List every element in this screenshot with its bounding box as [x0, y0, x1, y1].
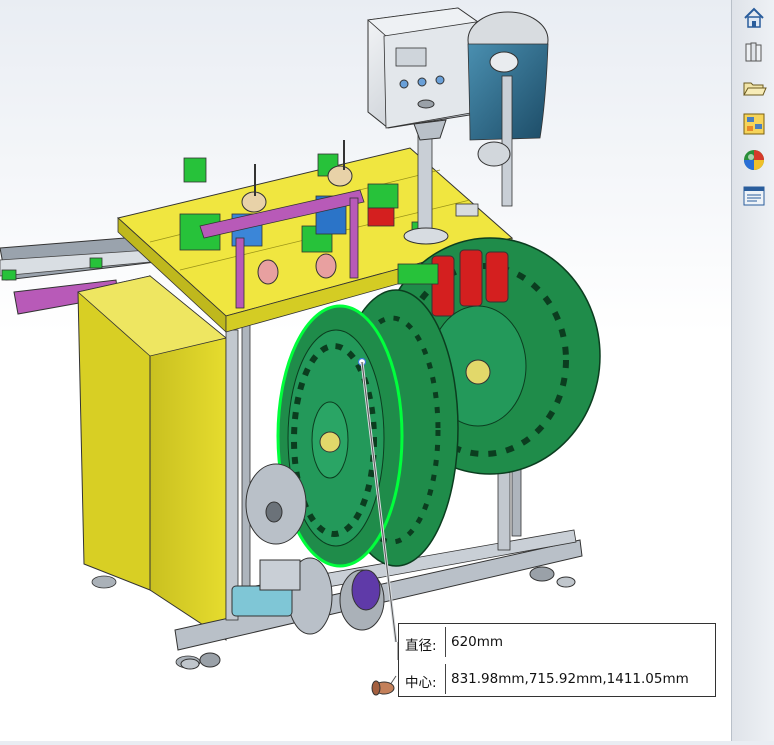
view-palette-icon	[743, 113, 765, 135]
custom-properties-button[interactable]	[737, 180, 769, 210]
center-label: 中心:	[405, 675, 437, 691]
row-divider	[445, 664, 446, 694]
file-explorer-icon	[743, 82, 767, 96]
custom-properties-icon	[743, 186, 765, 206]
vibratory-bowl	[467, 11, 549, 207]
task-pane	[731, 0, 774, 741]
design-library-icon	[745, 42, 762, 62]
diameter-value: 620mm	[451, 634, 504, 650]
graphics-viewport[interactable]: 直径: 620mm 中心: 831.98mm,715.92mm,1411.05m…	[0, 0, 730, 741]
measure-callout: 直径: 620mm 中心: 831.98mm,715.92mm,1411.05m…	[398, 623, 716, 697]
row-divider	[445, 627, 446, 657]
center-value: 831.98mm,715.92mm,1411.05mm	[451, 671, 689, 687]
view-palette-button[interactable]	[737, 108, 769, 138]
appearances-icon	[744, 150, 764, 170]
diameter-label: 直径:	[405, 638, 437, 654]
center-row: 中心: 831.98mm,715.92mm,1411.05mm	[399, 661, 715, 697]
home-icon	[744, 7, 764, 28]
electrical-cabinet	[77, 274, 227, 669]
design-library-button[interactable]	[737, 36, 769, 66]
diameter-row: 直径: 620mm	[399, 624, 715, 660]
file-explorer-button[interactable]	[737, 72, 769, 102]
home-button[interactable]	[737, 2, 769, 32]
appearances-button[interactable]	[737, 144, 769, 174]
